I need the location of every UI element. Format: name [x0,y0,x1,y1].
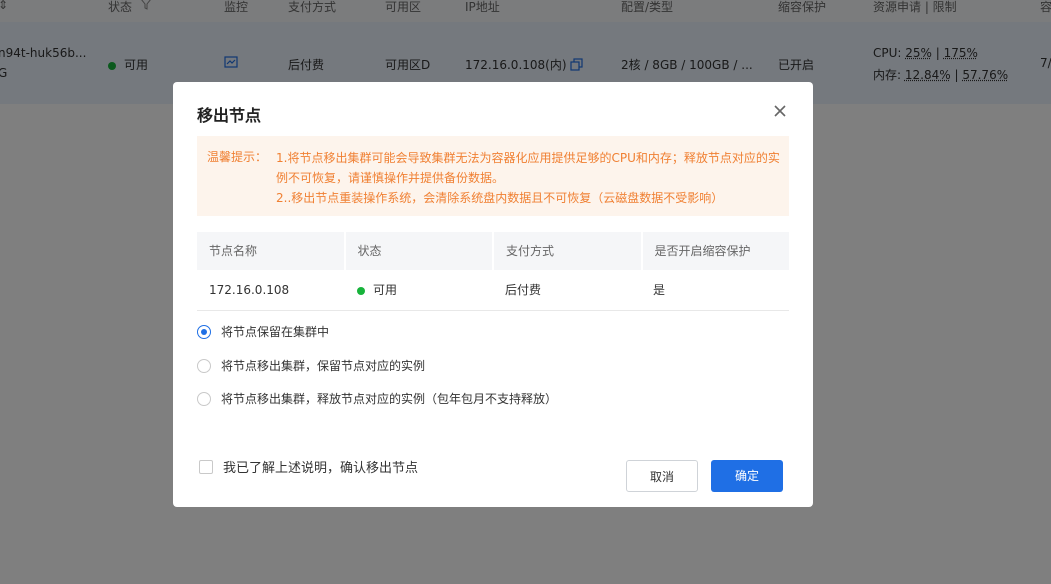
cell-protection: 是 [653,283,666,297]
col-node-name: 节点名称 [197,232,346,270]
cell-status: 可用 [345,270,493,310]
table-row: 172.16.0.108 可用 后付费 是 [197,270,789,311]
ok-button[interactable]: 确定 [711,460,783,492]
col-payment: 支付方式 [494,232,643,270]
radio-remove-keep-instance[interactable] [197,358,211,373]
option-remove-keep-instance[interactable]: 将节点移出集群，保留节点对应的实例 [197,357,425,374]
warning-line-1: 1.将节点移出集群可能会导致集群无法为容器化应用提供足够的CPU和内存；释放节点… [276,151,780,185]
option-remove-release-instance[interactable]: 将节点移出集群，释放节点对应的实例（包年包月不支持释放） [197,390,557,407]
warning-text: 1.将节点移出集群可能会导致集群无法为容器化应用提供足够的CPU和内存；释放节点… [276,148,784,208]
option-remove-keep-instance-label: 将节点移出集群，保留节点对应的实例 [221,359,426,373]
option-remove-release-instance-label: 将节点移出集群，释放节点对应的实例（包年包月不支持释放） [221,392,558,406]
warning-line-2: 2..移出节点重装操作系统，会清除系统盘内数据且不可恢复（云磁盘数据不受影响） [276,191,724,205]
option-keep-in-cluster-label: 将节点保留在集群中 [221,325,330,339]
option-keep-in-cluster[interactable]: 将节点保留在集群中 [197,323,329,340]
close-icon[interactable] [771,102,789,120]
confirm-checkbox-row[interactable]: 我已了解上述说明，确认移出节点 [199,457,418,476]
status-dot-icon [357,286,365,295]
cell-node-name: 172.16.0.108 [209,283,290,297]
dialog-title: 移出节点 [197,106,262,125]
cell-payment: 后付费 [505,283,542,297]
confirm-label: 我已了解上述说明，确认移出节点 [223,461,419,476]
node-table-header: 节点名称 状态 支付方式 是否开启缩容保护 [197,232,789,270]
cancel-button[interactable]: 取消 [626,460,698,492]
confirm-checkbox[interactable] [199,459,213,474]
cell-status-text: 可用 [373,283,398,297]
radio-keep-in-cluster[interactable] [197,324,211,339]
col-protection: 是否开启缩容保护 [642,232,789,270]
warning-box: 温馨提示： 1.将节点移出集群可能会导致集群无法为容器化应用提供足够的CPU和内… [197,136,789,216]
col-status: 状态 [345,232,494,270]
node-table: 节点名称 状态 支付方式 是否开启缩容保护 172.16.0.108 可用 后付… [197,232,789,311]
radio-remove-release-instance[interactable] [197,391,211,406]
warning-label: 温馨提示： [207,150,268,164]
remove-node-dialog: 移出节点 温馨提示： 1.将节点移出集群可能会导致集群无法为容器化应用提供足够的… [173,82,813,507]
